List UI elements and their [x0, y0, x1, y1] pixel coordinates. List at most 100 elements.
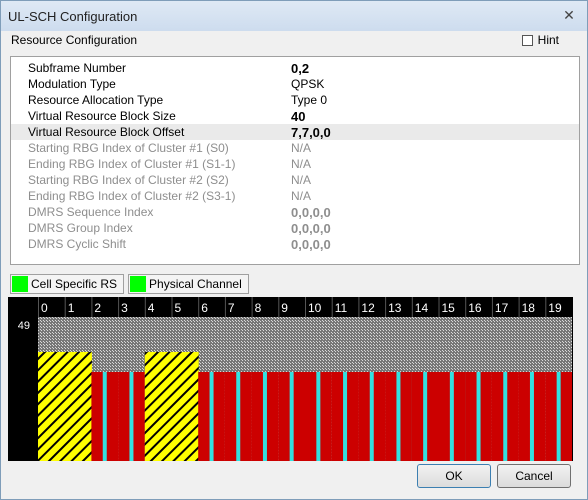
property-row[interactable]: DMRS Group Index 0,0,0,0: [11, 220, 579, 236]
slot-divider: [278, 297, 280, 317]
dmrs-symbol-bar: [129, 371, 134, 461]
property-row[interactable]: Modulation Type QPSK: [11, 76, 579, 92]
legend-item: Physical Channel: [128, 274, 249, 294]
slot-divider: [305, 297, 306, 317]
hint-checkbox-group[interactable]: Hint: [521, 33, 559, 47]
property-row[interactable]: DMRS Cyclic Shift 0,0,0,0: [11, 236, 579, 252]
cancel-button[interactable]: Cancel: [497, 464, 571, 488]
dialog-body: Resource Configuration Hint Subframe Num…: [1, 31, 587, 499]
slot-divider: [118, 297, 120, 317]
property-grid: Subframe Number 0,2 Modulation Type QPSK Res…: [10, 56, 580, 265]
slot-divider: [144, 297, 146, 317]
property-value: N/A: [291, 189, 312, 203]
slot-divider: [64, 297, 66, 317]
legend-swatch: [130, 276, 147, 292]
slot-label: 7: [228, 301, 235, 315]
property-value: N/A: [291, 173, 312, 187]
slot-divider: [358, 297, 360, 317]
property-value: 0,2: [291, 61, 310, 76]
slot-divider: [518, 297, 520, 317]
slot-label: 4: [148, 301, 155, 315]
property-row[interactable]: Starting RBG Index of Cluster #1 (S0) N/A: [11, 140, 579, 156]
close-icon[interactable]: ✕: [561, 7, 577, 23]
slot-divider: [224, 297, 226, 317]
slot-label: 0: [41, 301, 48, 315]
slot-label: 13: [388, 301, 402, 315]
dmrs-symbol-bar: [503, 371, 508, 461]
property-key: DMRS Cyclic Shift: [28, 237, 127, 251]
property-row[interactable]: Resource Allocation Type Type 0: [11, 92, 579, 108]
dmrs-symbol-bar: [369, 371, 374, 461]
slot-divider: [38, 297, 39, 317]
dmrs-symbol-bar: [556, 371, 561, 461]
property-row[interactable]: Virtual Resource Block Size 40: [11, 108, 579, 124]
slot-label: 6: [201, 301, 208, 315]
property-value: 7,7,0,0: [291, 125, 331, 140]
slot-label: 1: [68, 301, 75, 315]
property-value: N/A: [291, 157, 312, 171]
resource-grid: 012345678910111213141516171819490: [18, 297, 572, 461]
property-row[interactable]: Ending RBG Index of Cluster #2 (S3-1) N/A: [11, 188, 579, 204]
slot-label: 14: [415, 301, 429, 315]
slot-label: 9: [281, 301, 288, 315]
slot-label: 16: [468, 301, 482, 315]
property-key: Starting RBG Index of Cluster #2 (S2): [28, 173, 229, 187]
title-bar[interactable]: UL-SCH Configuration ✕: [1, 1, 587, 31]
dmrs-symbol-bar: [209, 371, 214, 461]
slot-divider: [331, 297, 333, 317]
property-value: Type 0: [291, 93, 328, 107]
property-key: Virtual Resource Block Size: [28, 109, 176, 123]
property-value: QPSK: [291, 77, 325, 91]
resource-configuration-label: Resource Configuration: [11, 33, 138, 47]
property-row[interactable]: Ending RBG Index of Cluster #1 (S1-1) N/A: [11, 156, 579, 172]
slot-label: 19: [548, 301, 562, 315]
property-key: DMRS Group Index: [28, 221, 133, 235]
slot-label: 12: [361, 301, 375, 315]
slot-divider: [411, 297, 413, 317]
property-key: Ending RBG Index of Cluster #1 (S1-1): [28, 157, 236, 171]
property-row[interactable]: Virtual Resource Block Offset 7,7,0,0: [11, 124, 579, 140]
slot-divider: [465, 297, 467, 317]
dmrs-symbol-bar: [289, 371, 294, 461]
allocated-slot-block: [144, 351, 172, 461]
property-key: Ending RBG Index of Cluster #2 (S3-1): [28, 189, 236, 203]
dmrs-symbol-bar: [236, 371, 241, 461]
slot-label: 17: [495, 301, 509, 315]
property-key: Modulation Type: [28, 77, 116, 91]
dmrs-symbol-bar: [449, 371, 454, 461]
property-row[interactable]: DMRS Sequence Index 0,0,0,0: [11, 204, 579, 220]
slot-divider: [491, 297, 493, 317]
legend: Cell Specific RS Physical Channel: [10, 274, 253, 294]
property-key: Subframe Number: [28, 61, 127, 75]
legend-item: Cell Specific RS: [10, 274, 125, 294]
property-key: Starting RBG Index of Cluster #1 (S0): [28, 141, 229, 155]
slot-divider: [438, 297, 440, 317]
dmrs-symbol-bar: [423, 371, 428, 461]
property-value: 40: [291, 109, 306, 124]
slot-divider: [171, 297, 173, 317]
property-value: N/A: [291, 141, 312, 155]
ok-button[interactable]: OK: [417, 464, 491, 488]
property-value: 0,0,0,0: [291, 237, 331, 252]
allocated-slot-block: [64, 351, 92, 461]
slot-divider: [198, 297, 200, 317]
dmrs-symbol-bar: [316, 371, 321, 461]
hint-checkbox[interactable]: [521, 34, 533, 46]
slot-label: 5: [175, 301, 182, 315]
slot-divider: [545, 297, 547, 317]
legend-swatch: [12, 276, 28, 292]
dmrs-symbol-bar: [343, 371, 348, 461]
slot-divider: [385, 297, 387, 317]
slot-label: 2: [94, 301, 101, 315]
legend-label: Physical Channel: [149, 277, 242, 291]
legend-label: Cell Specific RS: [31, 277, 118, 291]
slot-divider: [91, 297, 93, 317]
hint-label: Hint: [537, 33, 559, 47]
property-row[interactable]: Subframe Number 0,2: [11, 60, 579, 76]
dmrs-symbol-bar: [102, 371, 107, 461]
slot-label: 18: [522, 301, 536, 315]
dmrs-symbol-bar: [262, 371, 267, 461]
slot-divider: [251, 297, 253, 317]
property-row[interactable]: Starting RBG Index of Cluster #2 (S2) N/A: [11, 172, 579, 188]
property-value: 0,0,0,0: [291, 205, 331, 220]
